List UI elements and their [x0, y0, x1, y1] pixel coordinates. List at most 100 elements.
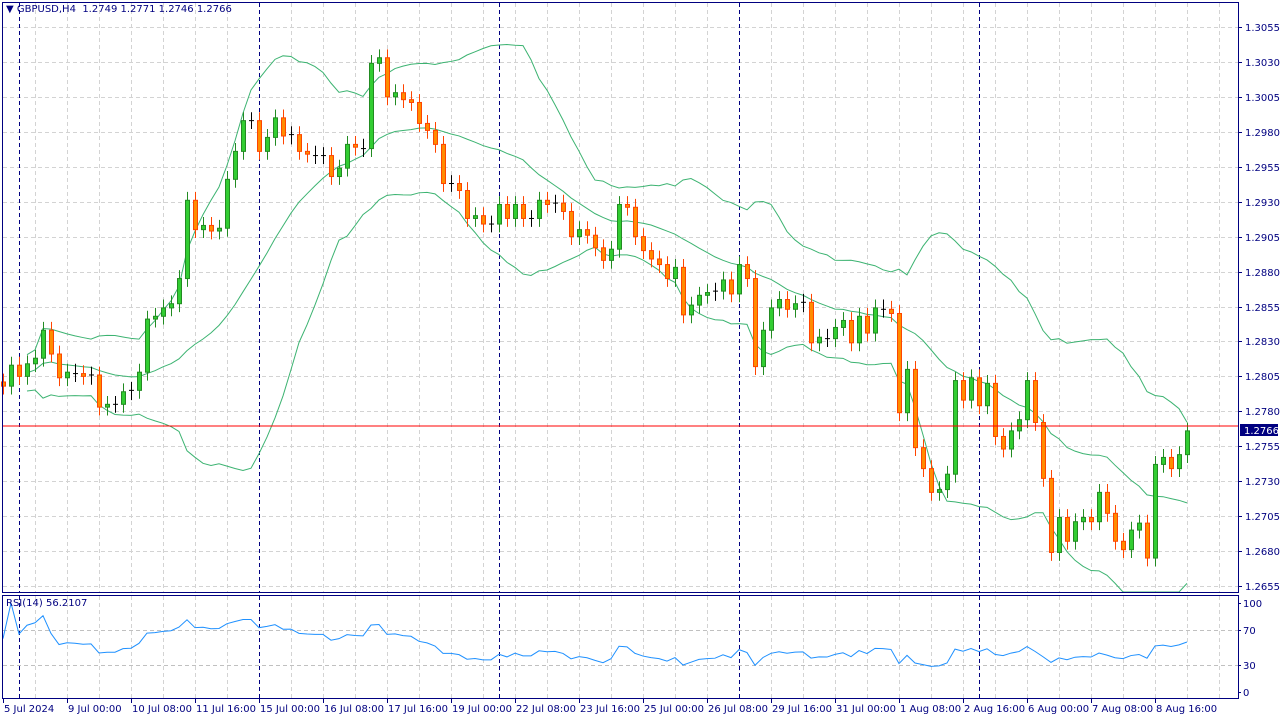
candle-bull: [65, 371, 70, 379]
candle-bear: [921, 447, 926, 470]
candle-bear: [977, 377, 982, 407]
price-tick-label: 1.2780: [1245, 407, 1280, 418]
candle-bear: [329, 155, 334, 178]
candle-bear: [465, 190, 470, 219]
rsi-header: RSI(14) 56.2107: [6, 598, 87, 609]
candle-bull: [1009, 430, 1014, 450]
candle-bear: [897, 312, 902, 414]
candle-bull: [377, 57, 382, 64]
candle-bear: [665, 264, 670, 280]
candle-bear: [1169, 456, 1174, 470]
price-tick-label: 1.2955: [1245, 163, 1280, 174]
candle-bear: [865, 315, 870, 334]
time-tick-label: 8 Aug 16:00: [1156, 704, 1217, 715]
candle-bull: [273, 117, 278, 138]
candle-bull: [721, 279, 726, 292]
candle-bull: [1097, 491, 1102, 523]
price-tick-label: 1.2905: [1245, 233, 1280, 244]
candle-bull: [841, 319, 846, 328]
candle-bear: [545, 199, 550, 205]
candle-bear: [305, 150, 310, 155]
time-tick-label: 1 Aug 08:00: [900, 704, 961, 715]
candle-bull: [201, 224, 206, 231]
candle-bear: [17, 364, 22, 377]
time-tick-label: 9 Jul 00:00: [68, 704, 122, 715]
candle-bull: [537, 199, 542, 219]
candle-bear: [929, 468, 934, 493]
candle-bear: [809, 301, 814, 344]
chart-header[interactable]: ▼ GBPUSD,H4 1.2749 1.2771 1.2746 1.2766: [6, 4, 232, 15]
candle-bear: [521, 203, 526, 219]
candle-bull: [345, 143, 350, 169]
candle-bull: [953, 380, 958, 475]
candle-bull: [1057, 517, 1062, 553]
candle-bull: [1129, 529, 1134, 551]
candle-bull: [1073, 521, 1078, 542]
period-separators: [19, 3, 980, 698]
candle-bull: [737, 264, 742, 295]
grid: [3, 3, 1238, 698]
time-tick-label: 29 Jul 16:00: [772, 704, 832, 715]
candle-bear: [585, 229, 590, 236]
candle-bull: [41, 329, 46, 359]
candle-bear: [441, 143, 446, 185]
candle-bear: [49, 329, 54, 355]
rsi-value: 56.2107: [45, 598, 88, 609]
rsi-label: RSI(14): [6, 598, 43, 609]
rsi-pane: [2, 602, 1188, 667]
candle-bull: [1177, 454, 1182, 470]
candle-bull: [793, 303, 798, 310]
candle-bull: [705, 292, 710, 296]
time-tick-label: 26 Jul 08:00: [708, 704, 768, 715]
time-tick-label: 22 Jul 08:00: [516, 704, 576, 715]
candle-bull: [169, 303, 174, 309]
candle-bull: [137, 371, 142, 391]
candle-bull: [609, 248, 614, 261]
candle-bull: [1153, 463, 1158, 559]
candle-bear: [1033, 380, 1038, 423]
candle-bear: [625, 203, 630, 208]
candle-bull: [969, 377, 974, 401]
price-tick-label: 1.2855: [1245, 303, 1280, 314]
rsi-tick-label: 70: [1243, 626, 1256, 637]
candle-bull: [25, 363, 30, 377]
candle-bear: [97, 374, 102, 408]
candle-bear: [193, 199, 198, 231]
price-tick-label: 1.2805: [1245, 372, 1280, 383]
candle-bear: [889, 308, 894, 314]
time-tick-label: 31 Jul 00:00: [836, 704, 896, 715]
chart-canvas: 1.3055 1.3030 1.3005 1.2980 1.2955 1.2930 1.29…: [1, 2, 1280, 715]
candle-bull: [985, 382, 990, 407]
time-tick-label: 15 Jul 00:00: [260, 704, 320, 715]
candle-bull: [393, 92, 398, 98]
candle-bear: [649, 250, 654, 260]
candle-bull: [697, 294, 702, 306]
price-tick-label: 1.2980: [1245, 128, 1280, 139]
price-tick-label: 1.2830: [1245, 337, 1280, 348]
candle-bull: [233, 150, 238, 180]
candle-bear: [257, 120, 262, 152]
time-tick-label: 10 Jul 08:00: [132, 704, 192, 715]
candle-bull: [833, 326, 838, 340]
candle-bull: [265, 136, 270, 152]
candle-bear: [401, 92, 406, 101]
dropdown-triangle-icon[interactable]: ▼: [6, 4, 17, 15]
bb-lower: [26, 191, 1188, 593]
candle-bear: [1041, 421, 1046, 479]
candle-bull: [177, 278, 182, 305]
candle-bull: [33, 357, 38, 365]
time-tick-label: 19 Jul 00:00: [452, 704, 512, 715]
time-tick-label: 7 Aug 08:00: [1092, 704, 1153, 715]
bollinger-bands: [26, 44, 1188, 593]
candle-bull: [1017, 419, 1022, 432]
candle-bull: [1025, 380, 1030, 421]
candle-bear: [505, 203, 510, 219]
candle-bear: [433, 129, 438, 145]
candle-bear: [729, 279, 734, 295]
candle-bear: [745, 264, 750, 280]
candle-bear: [601, 247, 606, 261]
candle-bull: [617, 203, 622, 250]
candle-bear: [209, 224, 214, 232]
candle-bull: [513, 203, 518, 219]
candle-bear: [569, 210, 574, 238]
